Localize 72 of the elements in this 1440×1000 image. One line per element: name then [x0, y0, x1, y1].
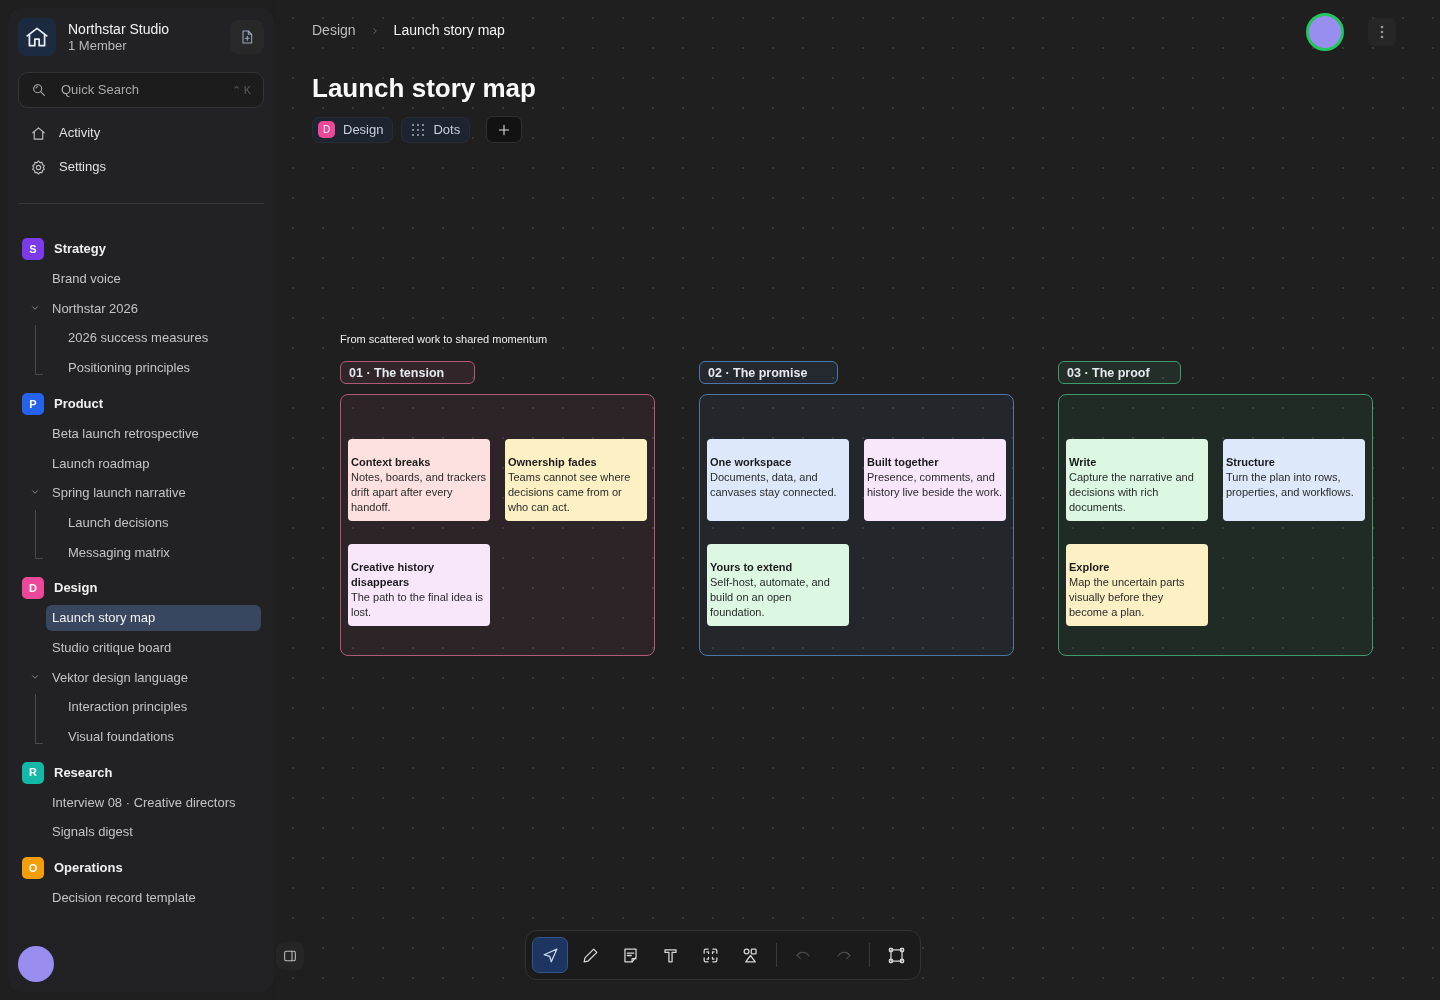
frame-label[interactable]: 01 · The tension: [340, 360, 476, 384]
workspace-name: Northstar Studio: [68, 20, 171, 38]
page-link[interactable]: Vektor design language: [46, 664, 194, 691]
tree-guide-line: [35, 509, 43, 560]
space-badge: S: [22, 238, 44, 260]
sidebar-icon: [282, 948, 298, 964]
sticky-note[interactable]: Ownership fades Teams cannot see where decisions came from or who can act.: [505, 438, 647, 521]
space-badge: P: [22, 392, 44, 415]
page-link[interactable]: Signals digest: [46, 819, 139, 845]
frame[interactable]: [340, 393, 655, 656]
page-link[interactable]: Launch decisions: [62, 509, 175, 536]
page-link[interactable]: Launch story map: [46, 605, 261, 631]
sticky-note[interactable]: One workspace Documents, data, and canvases stay connected.: [707, 438, 849, 521]
space-badge: D: [318, 121, 335, 139]
user-avatar[interactable]: [18, 946, 54, 982]
space-name[interactable]: Research: [54, 762, 113, 783]
tag-chip[interactable]: Dots: [401, 116, 471, 143]
sticky-note[interactable]: Structure Turn the plan into rows, properties, and workflows.: [1223, 438, 1365, 521]
space-badge: R: [22, 761, 44, 784]
add-button[interactable]: [486, 116, 523, 144]
member-count: 1 Member: [68, 37, 128, 54]
space-badge: O: [22, 857, 44, 879]
space-name[interactable]: Operations: [54, 858, 123, 878]
space-badge: D: [22, 577, 44, 600]
sticky-note[interactable]: Write Capture the narrative and decisions with rich documents.: [1066, 438, 1208, 521]
page-link[interactable]: Studio critique board: [46, 634, 178, 661]
page-link[interactable]: Visual foundations: [62, 724, 180, 750]
space-name[interactable]: Strategy: [54, 239, 107, 259]
select-tool-button[interactable]: [532, 937, 568, 973]
page-link[interactable]: Northstar 2026: [46, 295, 144, 322]
board-caption: From scattered work to shared momentum: [340, 332, 548, 348]
shortcut-hint: ⌃ K: [231, 82, 251, 98]
tag-chip[interactable]: D Design: [312, 116, 394, 143]
sticky-note[interactable]: Built together Presence, comments, and history live beside the work.: [864, 438, 1006, 521]
sticky-note[interactable]: Explore Map the uncertain parts visually before they become a plan.: [1066, 543, 1208, 626]
frame[interactable]: One workspace Documents, data, and canvases stay connected. Built together Presence, comments, and history live beside the work. Yours to extend Self-host, automate, and build on an open foundation.: [699, 393, 1014, 656]
page-link[interactable]: Interaction principles: [62, 694, 194, 720]
page-link[interactable]: Beta launch retrospective: [46, 420, 205, 447]
page-link[interactable]: Messaging matrix: [62, 539, 176, 566]
page-link[interactable]: Spring launch narrative: [46, 480, 192, 506]
frame-label[interactable]: 03 · The proof: [1058, 360, 1181, 384]
settings-icon: [30, 158, 47, 176]
new-document-icon: [239, 29, 255, 45]
more-icon: [1380, 25, 1384, 39]
sticky-note[interactable]: Context breaks Notes, boards, and trackers drift apart after every handoff.: [348, 438, 490, 521]
frame-label[interactable]: 02 · The promise: [699, 360, 839, 384]
dots-grid-icon: [411, 122, 426, 137]
page-link[interactable]: Positioning principles: [62, 355, 197, 381]
space-name[interactable]: Product: [54, 394, 104, 414]
page-link[interactable]: Interview 08 · Creative directors: [46, 789, 242, 816]
new-page-button[interactable]: [230, 20, 264, 54]
home-tile[interactable]: [18, 18, 56, 56]
search-input[interactable]: Quick Search: [59, 79, 220, 101]
frame[interactable]: Write Capture the narrative and decisions with rich documents. Structure Turn the plan into rows, properties, and workflows. Explore Map the uncertain parts visually before they become a plan.: [1058, 393, 1373, 656]
sticky-note[interactable]: Yours to extend Self-host, automate, and build on an open foundation.: [707, 543, 849, 626]
page-title: Launch story map: [312, 73, 537, 105]
nav-item[interactable]: Activity: [18, 116, 264, 150]
nav-item[interactable]: Settings: [18, 150, 264, 184]
page-link[interactable]: Decision record template: [46, 885, 202, 911]
tree-guide-line: [35, 694, 43, 744]
user-avatar[interactable]: [1306, 13, 1344, 51]
tree-guide-line: [35, 325, 43, 375]
search-icon: [31, 82, 47, 98]
home-icon: [30, 124, 47, 142]
breadcrumb-link[interactable]: Design: [312, 20, 356, 41]
sticky-note[interactable]: Creative history disappears The path to the final idea is lost.: [348, 543, 490, 626]
breadcrumb-current: Launch story map: [393, 21, 505, 40]
sidebar-toggle-button[interactable]: [276, 942, 304, 970]
page-link[interactable]: Launch roadmap: [46, 450, 156, 477]
space-name[interactable]: Design: [54, 578, 98, 598]
page-link[interactable]: Brand voice: [46, 266, 127, 292]
page-link[interactable]: 2026 success measures: [62, 325, 215, 351]
